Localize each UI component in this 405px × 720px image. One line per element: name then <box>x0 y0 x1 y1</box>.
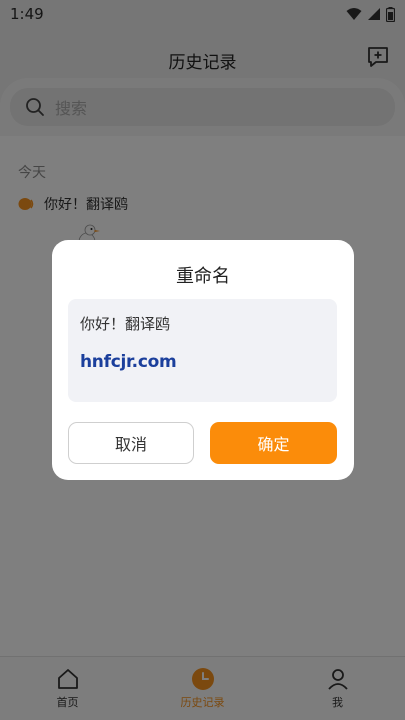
rename-input[interactable]: 你好！翻译鸥 hnfcjr.com <box>68 299 337 402</box>
confirm-button[interactable]: 确定 <box>210 422 337 464</box>
watermark-text: hnfcjr.com <box>80 352 177 372</box>
rename-input-value: 你好！翻译鸥 <box>80 315 171 333</box>
rename-dialog: 重命名 你好！翻译鸥 hnfcjr.com 取消 确定 <box>52 240 354 480</box>
cancel-button[interactable]: 取消 <box>68 422 194 464</box>
dialog-title: 重命名 <box>176 266 230 287</box>
